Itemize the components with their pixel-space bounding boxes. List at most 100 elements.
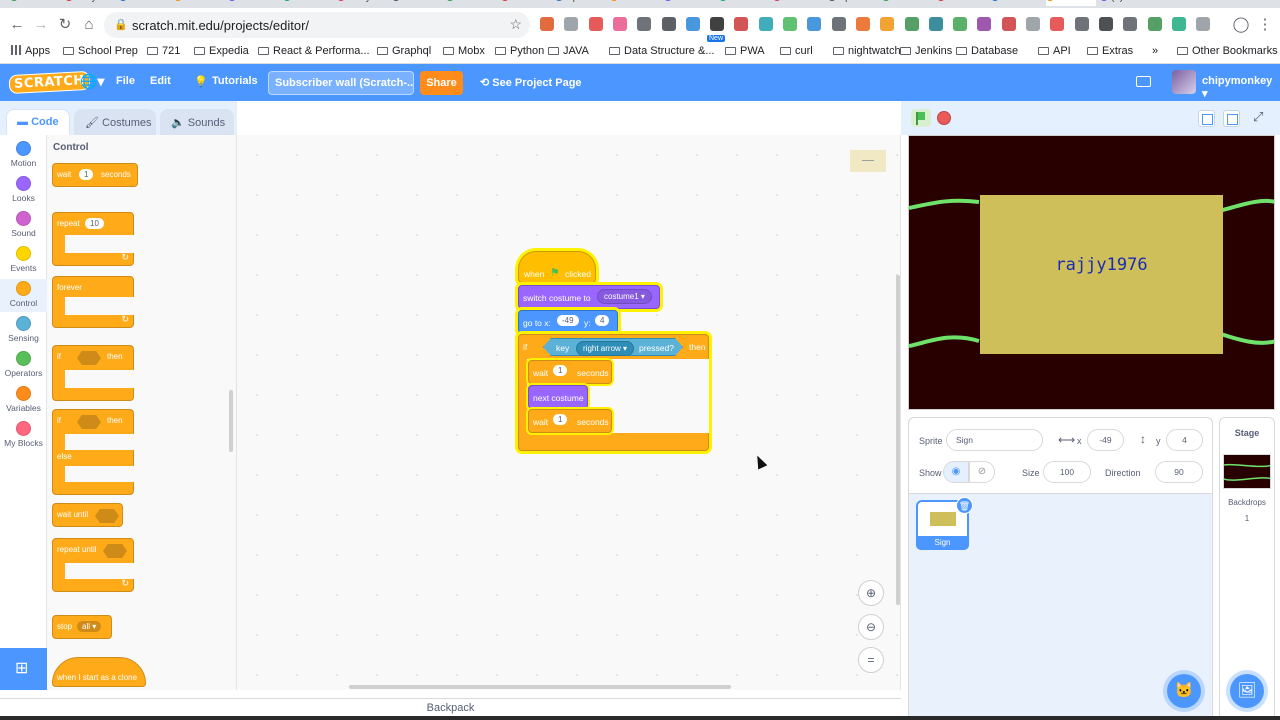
show-visible-eye-icon[interactable]: ◉ bbox=[943, 461, 969, 483]
bookmark-item[interactable]: » bbox=[1152, 45, 1158, 57]
zoom-out-icon[interactable]: ⊖ bbox=[858, 614, 884, 640]
stop-dropdown[interactable]: all ▾ bbox=[77, 621, 102, 632]
bookmark-item[interactable]: API bbox=[1038, 45, 1071, 57]
palette-clone-hat-block[interactable]: when I start as a clone bbox=[52, 657, 146, 687]
browser-tab[interactable]: Spor bbox=[555, 0, 605, 6]
extension-icon[interactable] bbox=[855, 17, 870, 31]
costume-dropdown[interactable]: costume1 ▾ bbox=[597, 289, 652, 304]
home-icon[interactable]: ⌂ bbox=[80, 16, 98, 34]
key-pressed-block[interactable]: key right arrow ▾ pressed? bbox=[543, 338, 683, 356]
palette-wait-until-block[interactable]: wait until bbox=[52, 503, 123, 527]
tab-costumes[interactable]: 🖌 Costumes bbox=[74, 109, 156, 135]
green-flag-button[interactable] bbox=[911, 109, 931, 127]
large-stage-icon[interactable] bbox=[1223, 110, 1240, 127]
browser-tab[interactable]: Wom bbox=[664, 0, 714, 6]
url-text[interactable]: scratch.mit.edu/projects/editor/ bbox=[132, 18, 309, 33]
extension-icon[interactable] bbox=[1196, 17, 1211, 31]
extension-icon[interactable] bbox=[807, 17, 822, 31]
bookmark-item[interactable]: Data Structure &... bbox=[609, 45, 714, 57]
browser-tab[interactable]: Post bbox=[391, 0, 442, 6]
extension-icon[interactable] bbox=[1098, 17, 1113, 31]
condition-slot[interactable] bbox=[95, 509, 119, 523]
wait-input[interactable]: 1 bbox=[553, 365, 568, 376]
zoom-reset-icon[interactable]: = bbox=[858, 647, 884, 673]
bookmark-item[interactable]: Expedia bbox=[194, 45, 249, 57]
browser-tab[interactable]: Swim bbox=[446, 0, 496, 6]
sign-sprite[interactable]: rajjy1976 bbox=[980, 195, 1223, 354]
project-title-field[interactable]: Subscriber wall (Scratch-... bbox=[268, 71, 414, 95]
condition-slot[interactable] bbox=[103, 544, 127, 558]
next-costume-block[interactable]: next costume bbox=[528, 385, 588, 409]
palette-repeat-until-block[interactable]: repeat until ↻ bbox=[52, 538, 135, 592]
browser-tab[interactable]: Shar bbox=[882, 0, 932, 6]
extension-icon[interactable] bbox=[831, 17, 846, 31]
palette-forever-block[interactable]: forever ↻ bbox=[52, 276, 135, 328]
browser-tab[interactable]: Onlin bbox=[10, 0, 60, 6]
extension-icon[interactable] bbox=[734, 17, 749, 31]
hide-eye-icon[interactable]: ⊘ bbox=[969, 461, 995, 483]
bookmark-item[interactable]: Graphql bbox=[377, 45, 431, 57]
profile-icon[interactable]: ◯ bbox=[1232, 16, 1250, 34]
browser-tab[interactable]: (3) C bbox=[1100, 0, 1150, 6]
add-extension-button[interactable]: ⊞ bbox=[0, 648, 47, 690]
bookmark-item[interactable]: PWA bbox=[725, 45, 765, 57]
bookmark-item[interactable]: Other Bookmarks bbox=[1177, 45, 1278, 57]
script-workspace[interactable]: when ⚑ clicked switch costume to costume… bbox=[237, 135, 901, 690]
category-variables[interactable]: Variables bbox=[0, 386, 47, 413]
browser-tab[interactable]: R bbox=[1045, 0, 1096, 6]
size-field[interactable]: 100 bbox=[1043, 461, 1091, 483]
extension-icon[interactable] bbox=[612, 17, 627, 31]
browser-tab[interactable]: Spor bbox=[827, 0, 878, 6]
wait-block[interactable]: wait 1 seconds bbox=[528, 409, 612, 433]
extension-icon[interactable] bbox=[1171, 17, 1186, 31]
extension-icon[interactable] bbox=[1026, 17, 1040, 31]
browser-tab[interactable]: Shar bbox=[936, 0, 987, 6]
wait-input[interactable]: 1 bbox=[79, 169, 94, 180]
extension-icon[interactable] bbox=[928, 17, 943, 31]
category-motion[interactable]: Motion bbox=[0, 141, 47, 168]
bookmark-item[interactable]: Mobx bbox=[443, 45, 485, 57]
category-sensing[interactable]: Sensing bbox=[0, 316, 47, 343]
palette-wait-block[interactable]: wait 1 seconds bbox=[52, 163, 138, 187]
zoom-in-icon[interactable]: ⊕ bbox=[858, 580, 884, 606]
add-backdrop-button[interactable]: 🖼 bbox=[1230, 674, 1264, 708]
extension-icon[interactable] bbox=[1123, 17, 1138, 31]
bookmark-item[interactable]: 721 bbox=[147, 45, 180, 57]
browser-tab[interactable]: Wom bbox=[500, 0, 551, 6]
repeat-input[interactable]: 10 bbox=[85, 218, 104, 229]
fullscreen-icon[interactable]: ⤢ bbox=[1253, 109, 1263, 125]
category-operators[interactable]: Operators bbox=[0, 351, 47, 378]
tutorials-button[interactable]: Tutorials bbox=[212, 75, 258, 87]
scratch-logo[interactable]: SCRATCH bbox=[8, 70, 91, 95]
back-icon[interactable]: ← bbox=[8, 16, 26, 34]
browser-tab[interactable]: navy bbox=[64, 0, 115, 6]
tab-sounds[interactable]: 🔈 Sounds bbox=[160, 109, 234, 135]
category-events[interactable]: Events bbox=[0, 246, 47, 273]
bookmark-item[interactable]: nightwatch bbox=[833, 45, 901, 57]
browser-tab[interactable]: Learn bbox=[991, 0, 1041, 6]
stage-target-pane[interactable]: Stage Backdrops 1 🖼 bbox=[1219, 417, 1275, 720]
bookmark-item[interactable]: Apps bbox=[11, 45, 50, 57]
extension-icon[interactable] bbox=[1001, 17, 1016, 31]
bookmark-item[interactable]: Jenkins bbox=[900, 45, 952, 57]
category-control[interactable]: Control bbox=[0, 279, 47, 312]
key-dropdown[interactable]: right arrow ▾ bbox=[576, 341, 634, 356]
palette-scrollbar[interactable] bbox=[229, 390, 233, 452]
direction-field[interactable]: 90 bbox=[1155, 461, 1203, 483]
my-stuff-folder-icon[interactable] bbox=[1136, 76, 1151, 87]
extension-icon[interactable] bbox=[783, 17, 797, 31]
switch-costume-block[interactable]: switch costume to costume1 ▾ bbox=[518, 285, 660, 309]
add-sprite-button[interactable]: 🐱 bbox=[1167, 674, 1201, 708]
extension-icon[interactable] bbox=[637, 17, 652, 31]
stop-button[interactable] bbox=[937, 111, 951, 125]
y-input[interactable]: 4 bbox=[595, 315, 610, 326]
browser-tab[interactable]: Navy bbox=[337, 0, 387, 6]
username-menu[interactable]: chipymonkey ▾ bbox=[1202, 75, 1280, 100]
forward-icon[interactable]: → bbox=[32, 16, 50, 34]
wait-block[interactable]: wait 1 seconds bbox=[528, 360, 612, 384]
user-avatar[interactable] bbox=[1172, 70, 1196, 94]
bookmark-item[interactable]: curl bbox=[780, 45, 813, 57]
extension-icon[interactable] bbox=[564, 17, 579, 31]
category-my-blocks[interactable]: My Blocks bbox=[0, 421, 47, 448]
extension-icon[interactable] bbox=[880, 17, 895, 31]
